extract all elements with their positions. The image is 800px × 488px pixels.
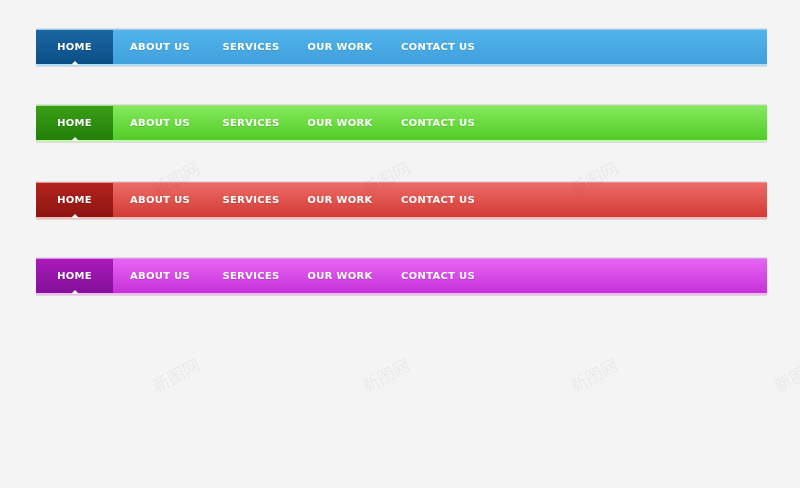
nav-item-our-work[interactable]: OUR WORK bbox=[295, 106, 385, 140]
navbar-green: HOME ABOUT US SERVICES OUR WORK CONTACT … bbox=[36, 105, 767, 142]
nav-item-label: HOME bbox=[57, 41, 92, 53]
navbar-blue: HOME ABOUT US SERVICES OUR WORK CONTACT … bbox=[36, 29, 767, 66]
nav-item-services[interactable]: SERVICES bbox=[207, 106, 295, 140]
nav-item-label: HOME bbox=[57, 117, 92, 129]
navbar-red: HOME ABOUT US SERVICES OUR WORK CONTACT … bbox=[36, 182, 767, 219]
nav-item-label: HOME bbox=[57, 194, 92, 206]
nav-item-label: HOME bbox=[57, 270, 92, 282]
nav-item-label: ABOUT US bbox=[129, 117, 190, 129]
nav-item-about-us[interactable]: ABOUT US bbox=[113, 106, 207, 140]
nav-item-contact-us[interactable]: CONTACT US bbox=[385, 259, 491, 293]
active-indicator-arrow-icon bbox=[70, 214, 79, 218]
nav-item-contact-us[interactable]: CONTACT US bbox=[385, 30, 491, 64]
navbar-purple: HOME ABOUT US SERVICES OUR WORK CONTACT … bbox=[36, 258, 767, 295]
nav-item-home[interactable]: HOME bbox=[36, 183, 113, 218]
nav-item-label: OUR WORK bbox=[307, 117, 373, 129]
nav-item-contact-us[interactable]: CONTACT US bbox=[385, 183, 491, 217]
watermark: 新图网 bbox=[565, 351, 621, 398]
nav-item-label: CONTACT US bbox=[401, 41, 475, 53]
nav-item-contact-us[interactable]: CONTACT US bbox=[385, 106, 491, 140]
nav-item-home[interactable]: HOME bbox=[36, 30, 113, 65]
watermark: 新图网 bbox=[357, 351, 413, 398]
nav-item-home[interactable]: HOME bbox=[36, 259, 113, 294]
active-indicator-arrow-icon bbox=[70, 290, 79, 294]
nav-item-about-us[interactable]: ABOUT US bbox=[113, 259, 207, 293]
watermark: 新图网 bbox=[769, 351, 800, 398]
nav-item-label: OUR WORK bbox=[307, 270, 373, 282]
nav-item-label: CONTACT US bbox=[401, 194, 475, 206]
active-indicator-arrow-icon bbox=[70, 137, 79, 141]
nav-item-home[interactable]: HOME bbox=[36, 106, 113, 141]
nav-item-label: ABOUT US bbox=[129, 41, 190, 53]
nav-item-label: OUR WORK bbox=[307, 41, 373, 53]
nav-item-services[interactable]: SERVICES bbox=[207, 259, 295, 293]
nav-item-label: CONTACT US bbox=[401, 117, 475, 129]
nav-item-label: SERVICES bbox=[222, 117, 280, 129]
nav-item-label: CONTACT US bbox=[401, 270, 475, 282]
nav-item-our-work[interactable]: OUR WORK bbox=[295, 259, 385, 293]
nav-item-label: ABOUT US bbox=[129, 270, 190, 282]
nav-item-services[interactable]: SERVICES bbox=[207, 183, 295, 217]
nav-item-our-work[interactable]: OUR WORK bbox=[295, 30, 385, 64]
active-indicator-arrow-icon bbox=[70, 61, 79, 65]
nav-item-label: OUR WORK bbox=[307, 194, 373, 206]
nav-item-label: SERVICES bbox=[222, 194, 280, 206]
nav-item-about-us[interactable]: ABOUT US bbox=[113, 30, 207, 64]
nav-item-label: SERVICES bbox=[222, 270, 280, 282]
nav-item-label: SERVICES bbox=[222, 41, 280, 53]
watermark: 新图网 bbox=[147, 351, 203, 398]
nav-item-services[interactable]: SERVICES bbox=[207, 30, 295, 64]
